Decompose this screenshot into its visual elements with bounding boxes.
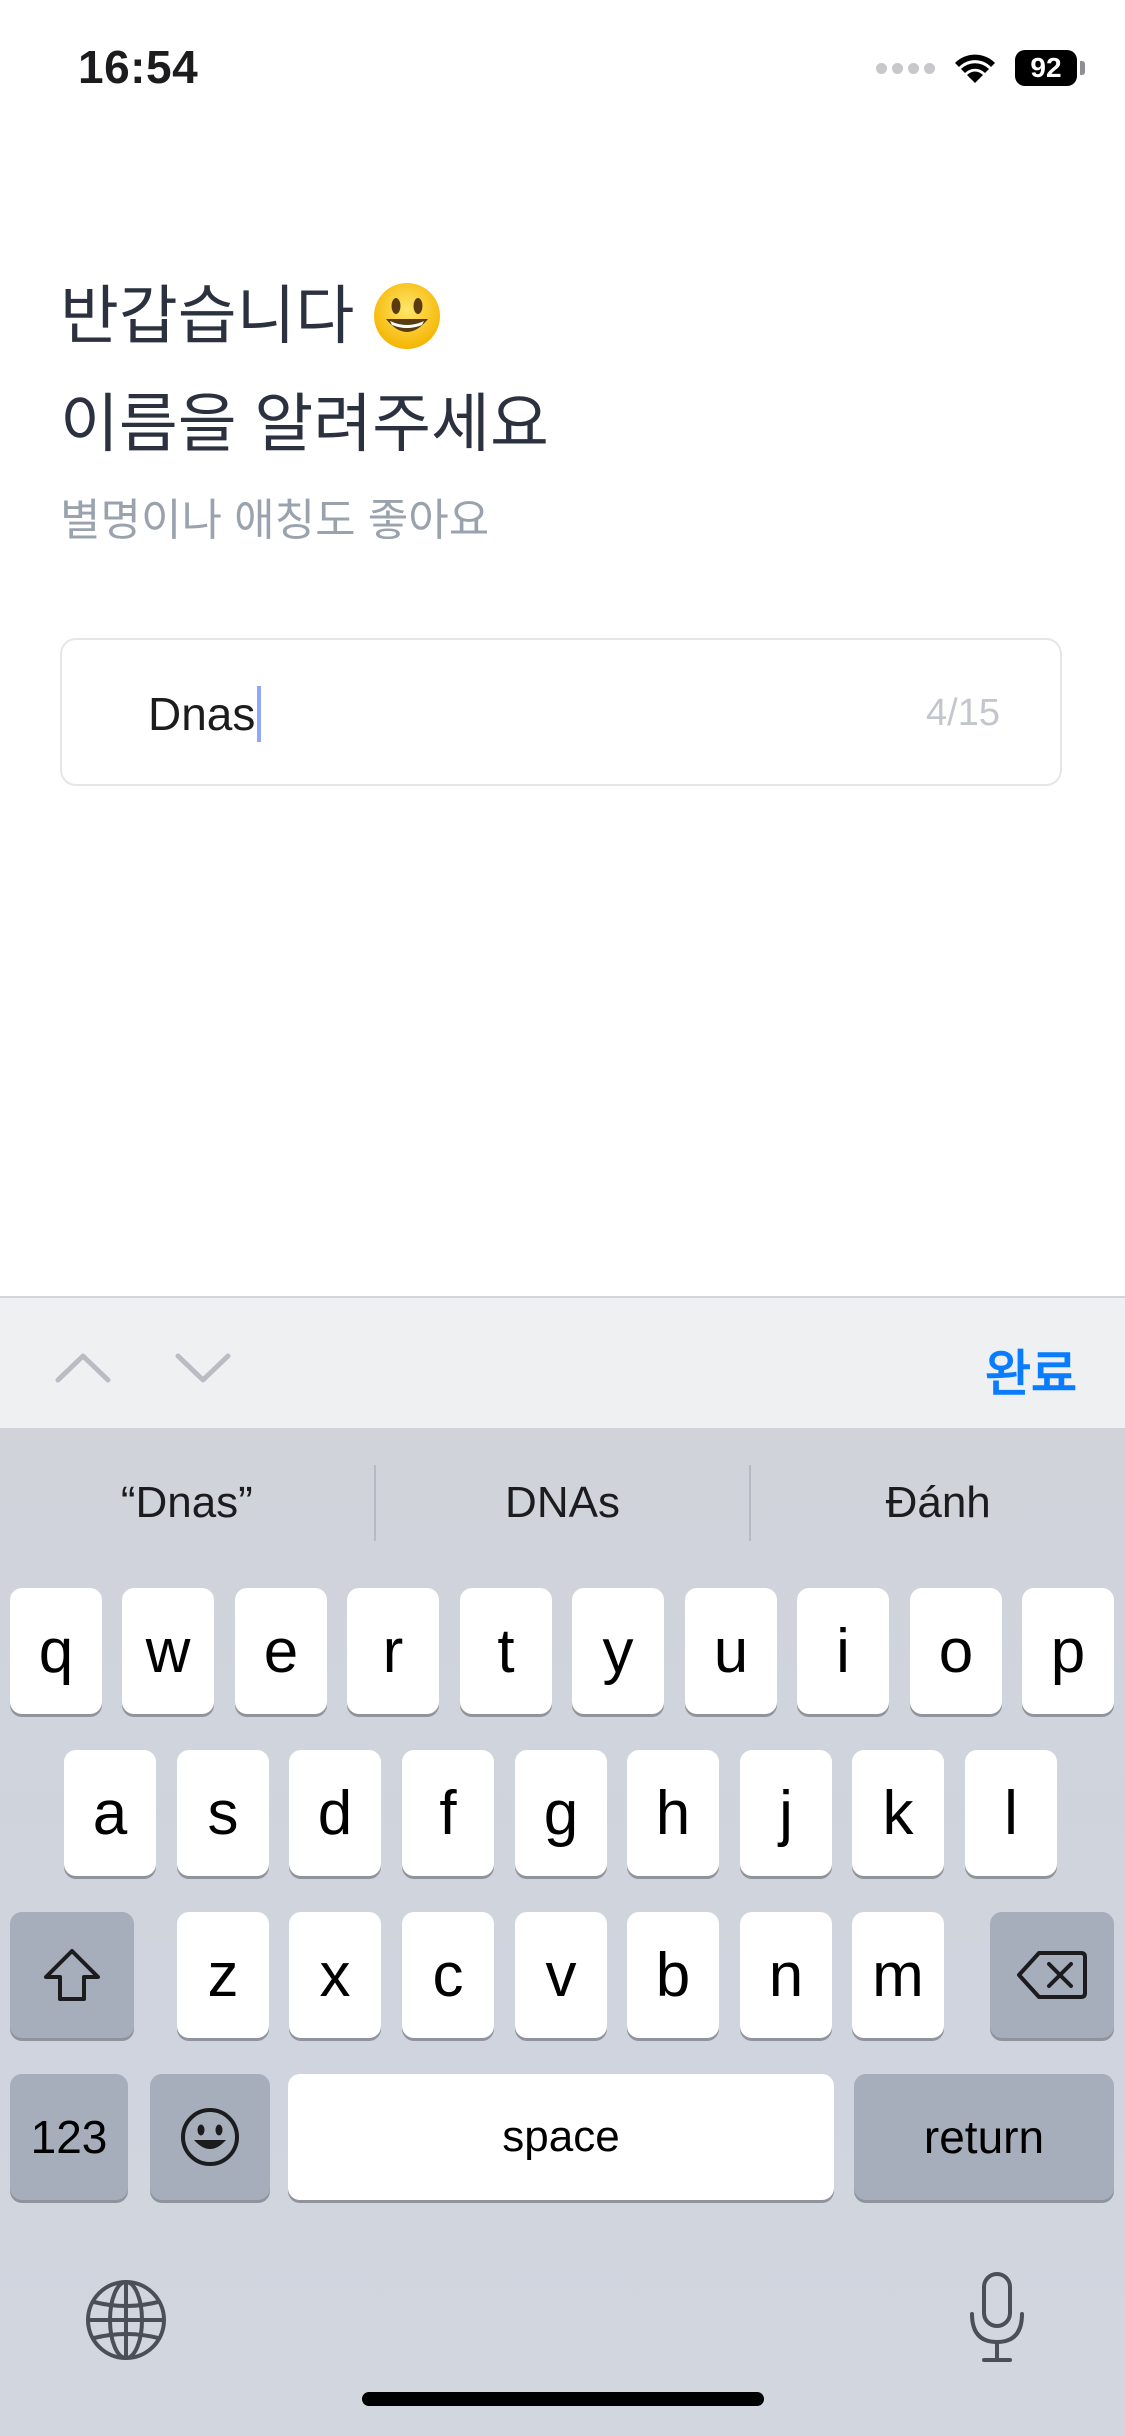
key-n[interactable]: n <box>740 1912 832 2038</box>
wifi-icon <box>955 54 995 83</box>
suggestion-item[interactable]: “Dnas” <box>0 1478 374 1528</box>
chevron-down-icon[interactable] <box>168 1332 238 1402</box>
suggestion-item[interactable]: Đánh <box>751 1478 1125 1528</box>
done-button[interactable]: 완료 <box>985 1334 1077 1406</box>
key-m[interactable]: m <box>852 1912 944 2038</box>
space-key[interactable]: space <box>288 2074 834 2200</box>
key-h[interactable]: h <box>627 1750 719 1876</box>
status-time: 16:54 <box>78 41 199 93</box>
key-j[interactable]: j <box>740 1750 832 1876</box>
emoji-key[interactable] <box>150 2074 270 2200</box>
name-input[interactable]: Dnas 4/15 <box>60 638 1062 786</box>
key-i[interactable]: i <box>797 1588 889 1714</box>
keyboard: “Dnas” DNAs Đánh q w e r t y u i o p a s… <box>0 1428 1125 2436</box>
key-v[interactable]: v <box>515 1912 607 2038</box>
numbers-key[interactable]: 123 <box>10 2074 128 2200</box>
key-e[interactable]: e <box>235 1588 327 1714</box>
cellular-signal-icon <box>876 62 935 74</box>
suggestion-bar: “Dnas” DNAs Đánh <box>0 1428 1125 1578</box>
globe-icon[interactable] <box>84 2278 168 2362</box>
home-indicator <box>362 2392 764 2406</box>
greeting-line-2: 이름을 알려주세요 <box>60 388 549 460</box>
key-o[interactable]: o <box>910 1588 1002 1714</box>
text-caret <box>257 686 262 742</box>
battery-icon: 92 <box>1015 50 1085 86</box>
key-l[interactable]: l <box>965 1750 1057 1876</box>
key-p[interactable]: p <box>1022 1588 1114 1714</box>
name-input-value[interactable]: Dnas <box>148 686 262 742</box>
name-text: Dnas <box>148 688 256 740</box>
key-f[interactable]: f <box>402 1750 494 1876</box>
key-y[interactable]: y <box>572 1588 664 1714</box>
key-b[interactable]: b <box>627 1912 719 2038</box>
subtitle: 별명이나 애칭도 좋아요 <box>60 496 490 545</box>
return-key[interactable]: return <box>854 2074 1114 2200</box>
character-counter: 4/15 <box>926 692 1000 734</box>
key-c[interactable]: c <box>402 1912 494 2038</box>
shift-arrow-icon <box>44 1949 100 2001</box>
key-w[interactable]: w <box>122 1588 214 1714</box>
key-s[interactable]: s <box>177 1750 269 1876</box>
battery-level: 92 <box>1015 50 1077 86</box>
key-x[interactable]: x <box>289 1912 381 2038</box>
emoji-icon <box>181 2108 239 2166</box>
key-q[interactable]: q <box>10 1588 102 1714</box>
greeting-heading: 반갑습니다 이름을 알려주세요 <box>60 262 549 478</box>
greeting-line-1: 반갑습니다 <box>60 280 355 352</box>
delete-key[interactable] <box>990 1912 1114 2038</box>
key-a[interactable]: a <box>64 1750 156 1876</box>
key-z[interactable]: z <box>177 1912 269 2038</box>
chevron-up-icon[interactable] <box>48 1332 118 1402</box>
keyboard-accessory-bar: 완료 <box>0 1296 1125 1430</box>
suggestion-item[interactable]: DNAs <box>376 1478 750 1528</box>
key-u[interactable]: u <box>685 1588 777 1714</box>
status-bar: 16:54 92 <box>0 0 1125 140</box>
backspace-icon <box>1017 1951 1087 1999</box>
key-g[interactable]: g <box>515 1750 607 1876</box>
key-k[interactable]: k <box>852 1750 944 1876</box>
status-icons: 92 <box>876 48 1085 88</box>
key-d[interactable]: d <box>289 1750 381 1876</box>
key-t[interactable]: t <box>460 1588 552 1714</box>
key-r[interactable]: r <box>347 1588 439 1714</box>
microphone-icon[interactable] <box>966 2270 1028 2366</box>
shift-key[interactable] <box>10 1912 134 2038</box>
smiley-emoji-icon <box>374 283 441 349</box>
